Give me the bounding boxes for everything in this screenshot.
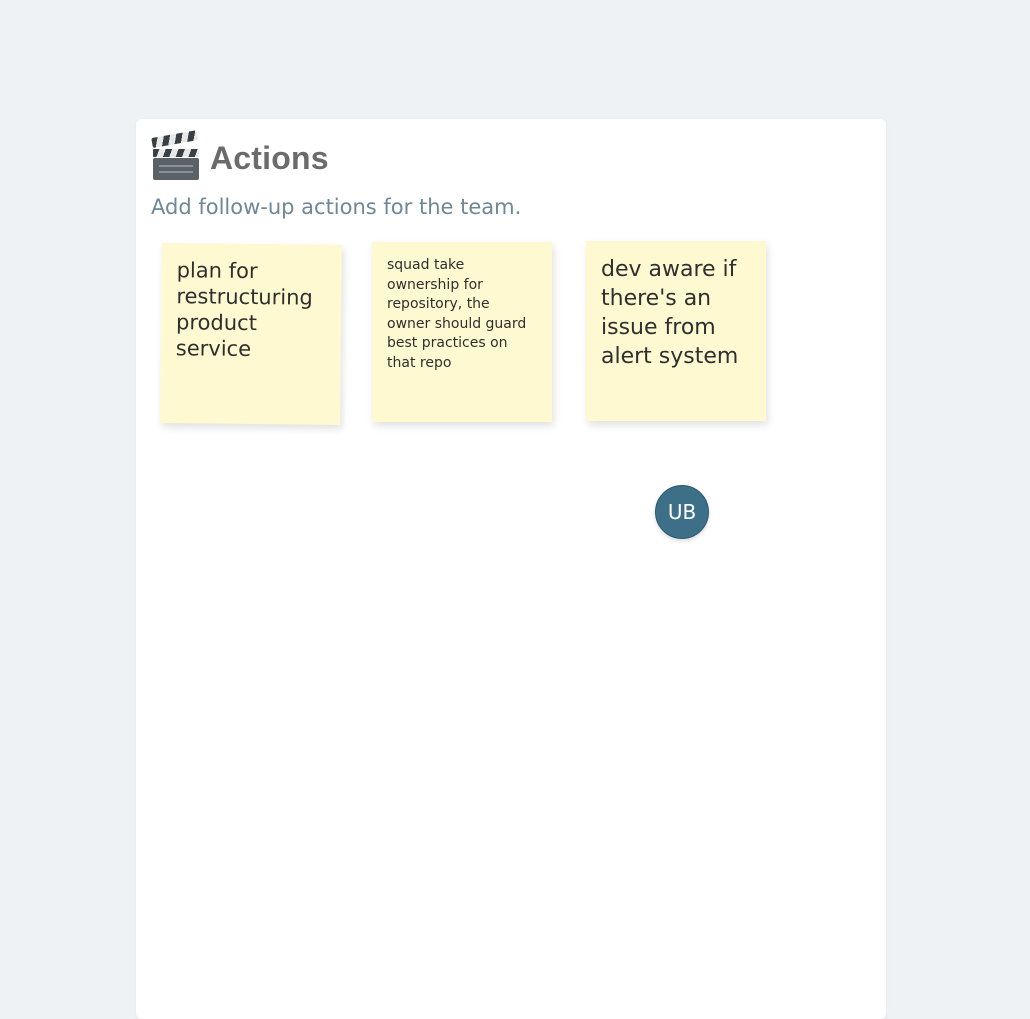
avatar-initials: UB bbox=[667, 500, 697, 524]
sticky-note-text: dev aware if there's an issue from alert… bbox=[601, 257, 739, 369]
user-avatar[interactable]: UB bbox=[655, 485, 709, 539]
sticky-note[interactable]: squad take ownership for repository, the… bbox=[372, 242, 552, 422]
board-subtitle: Add follow-up actions for the team. bbox=[151, 195, 522, 219]
board-title: Actions bbox=[210, 139, 329, 176]
sticky-note-text: plan for restructuring product service bbox=[175, 258, 313, 362]
board-header: Actions bbox=[151, 130, 329, 181]
sticky-note[interactable]: dev aware if there's an issue from alert… bbox=[586, 241, 766, 421]
sticky-note[interactable]: plan for restructuring product service bbox=[160, 243, 342, 425]
actions-board: Actions Add follow-up actions for the te… bbox=[136, 119, 886, 1019]
sticky-note-text: squad take ownership for repository, the… bbox=[387, 257, 527, 371]
clapper-board-icon bbox=[151, 130, 199, 181]
